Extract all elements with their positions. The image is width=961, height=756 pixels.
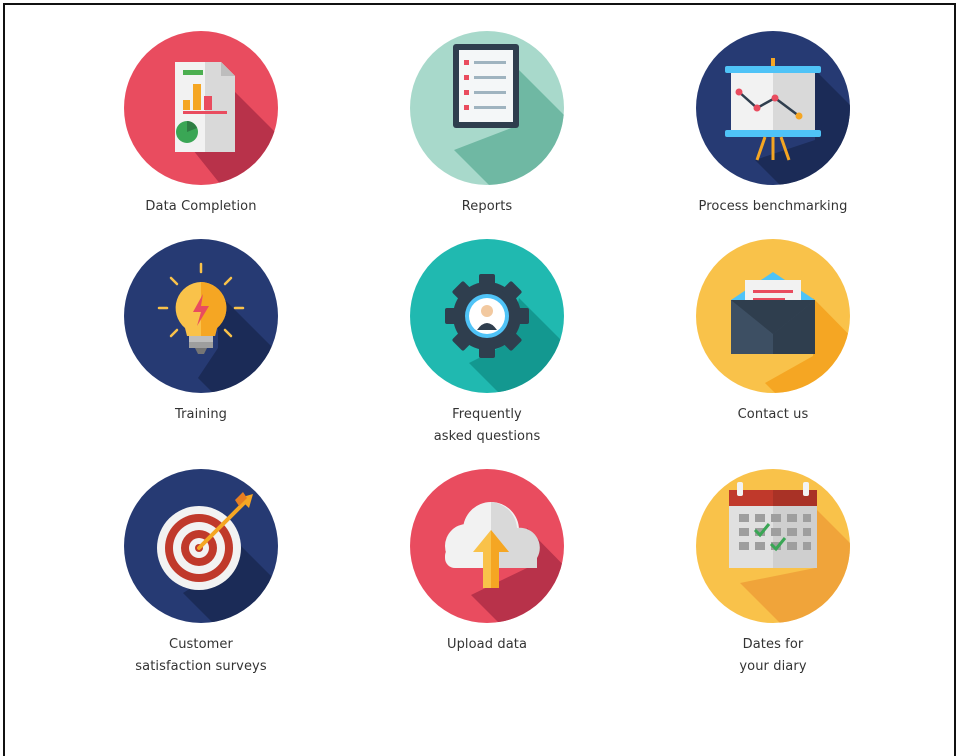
tile-faq[interactable]: Frequently asked questions — [387, 238, 587, 448]
tile-label: Process benchmarking — [698, 199, 848, 214]
calendar-icon — [695, 468, 851, 624]
tile-reports[interactable]: Reports — [387, 30, 587, 218]
envelope-icon — [695, 238, 851, 394]
tile-label: Customer satisfaction surveys — [135, 637, 267, 674]
report-chart-icon — [123, 30, 279, 186]
tile-label: Data Completion — [145, 199, 257, 214]
tile-label: Frequently asked questions — [433, 407, 541, 444]
clipboard-list-icon — [409, 30, 565, 186]
target-arrow-icon — [123, 468, 279, 624]
gear-user-icon — [409, 238, 565, 394]
tile-label: Reports — [461, 199, 513, 214]
tile-customer-surveys[interactable]: Customer satisfaction surveys — [101, 468, 301, 678]
tile-upload-data[interactable]: Upload data — [387, 468, 587, 656]
tile-training[interactable]: Training — [101, 238, 301, 426]
tile-label: Upload data — [446, 637, 528, 652]
tile-data-completion[interactable]: Data Completion — [101, 30, 301, 218]
tile-label: Dates for your diary — [739, 637, 807, 674]
tile-label: Training — [174, 407, 228, 422]
presentation-board-icon — [695, 30, 851, 186]
cloud-upload-icon — [409, 468, 565, 624]
tile-dates-diary[interactable]: Dates for your diary — [673, 468, 873, 678]
tile-label: Contact us — [737, 407, 809, 422]
tile-process-benchmarking[interactable]: Process benchmarking — [673, 30, 873, 218]
lightbulb-icon — [123, 238, 279, 394]
tile-contact-us[interactable]: Contact us — [673, 238, 873, 426]
